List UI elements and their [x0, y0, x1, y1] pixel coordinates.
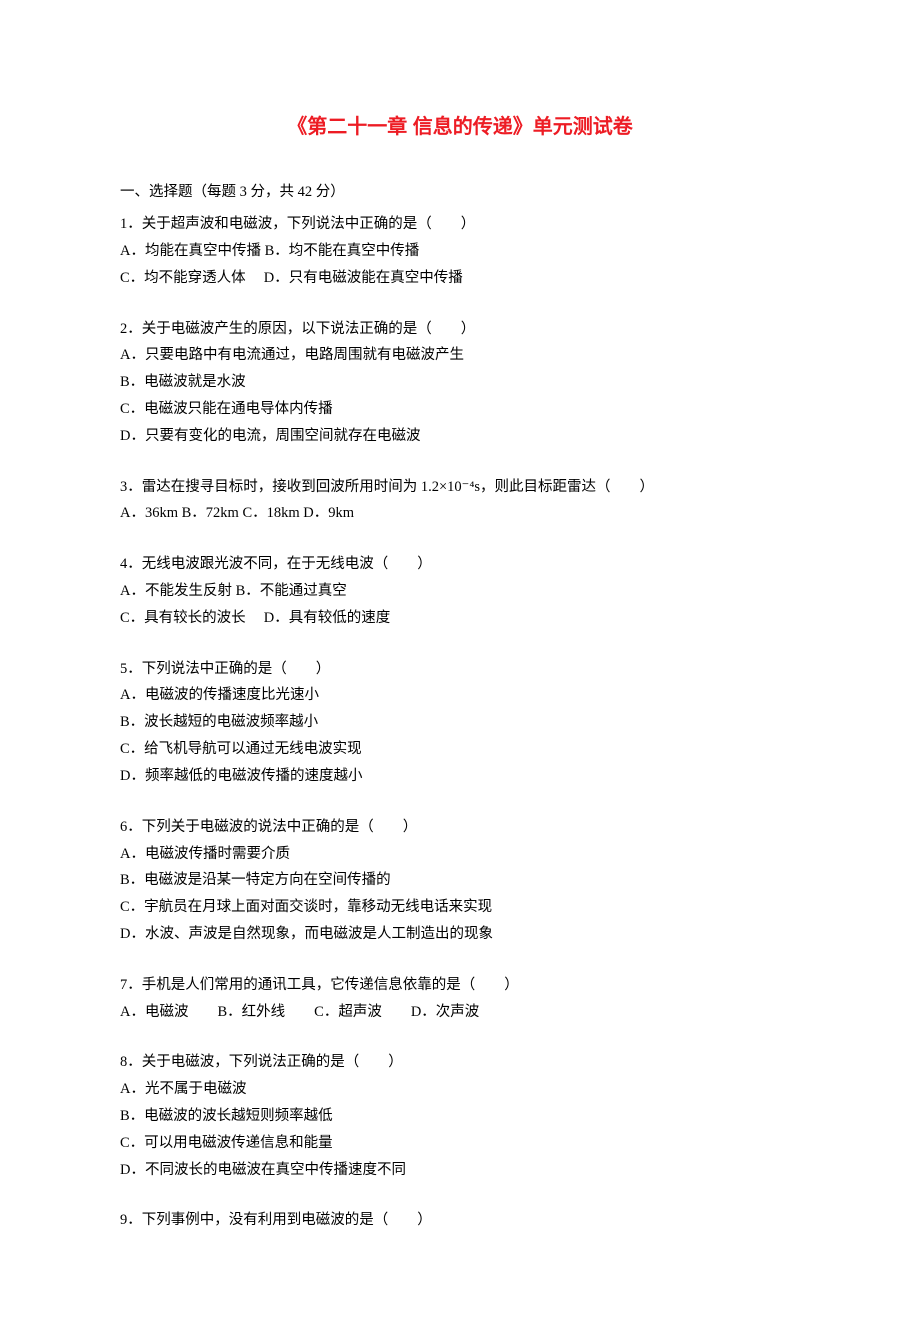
- question-option: C．可以用电磁波传递信息和能量: [120, 1130, 800, 1157]
- question-stem: 7．手机是人们常用的通讯工具，它传递信息依靠的是（ ）: [120, 972, 800, 999]
- question-option: A．36km B．72km C．18km D．9km: [120, 500, 800, 527]
- question-option: C．给飞机导航可以通过无线电波实现: [120, 736, 800, 763]
- question-option: B．电磁波是沿某一特定方向在空间传播的: [120, 867, 800, 894]
- question-9: 9．下列事例中，没有利用到电磁波的是（ ）: [120, 1207, 800, 1234]
- question-stem: 8．关于电磁波，下列说法正确的是（ ）: [120, 1049, 800, 1076]
- question-stem: 6．下列关于电磁波的说法中正确的是（ ）: [120, 814, 800, 841]
- question-option: D．不同波长的电磁波在真空中传播速度不同: [120, 1157, 800, 1184]
- question-stem: 2．关于电磁波产生的原因，以下说法正确的是（ ）: [120, 316, 800, 343]
- question-stem: 9．下列事例中，没有利用到电磁波的是（ ）: [120, 1207, 800, 1234]
- section-header: 一、选择题（每题 3 分，共 42 分）: [120, 179, 800, 205]
- question-7: 7．手机是人们常用的通讯工具，它传递信息依靠的是（ ） A．电磁波 B．红外线 …: [120, 972, 800, 1026]
- question-option: C．电磁波只能在通电导体内传播: [120, 396, 800, 423]
- question-8: 8．关于电磁波，下列说法正确的是（ ） A．光不属于电磁波 B．电磁波的波长越短…: [120, 1049, 800, 1183]
- question-option: A．电磁波的传播速度比光速小: [120, 682, 800, 709]
- document-page: 《第二十一章 信息的传递》单元测试卷 一、选择题（每题 3 分，共 42 分） …: [0, 0, 920, 1318]
- question-6: 6．下列关于电磁波的说法中正确的是（ ） A．电磁波传播时需要介质 B．电磁波是…: [120, 814, 800, 948]
- question-stem: 5．下列说法中正确的是（ ）: [120, 656, 800, 683]
- question-option: A．只要电路中有电流通过，电路周围就有电磁波产生: [120, 342, 800, 369]
- question-1: 1．关于超声波和电磁波，下列说法中正确的是（ ） A．均能在真空中传播 B．均不…: [120, 211, 800, 291]
- question-5: 5．下列说法中正确的是（ ） A．电磁波的传播速度比光速小 B．波长越短的电磁波…: [120, 656, 800, 790]
- question-stem: 1．关于超声波和电磁波，下列说法中正确的是（ ）: [120, 211, 800, 238]
- question-option: A．电磁波 B．红外线 C．超声波 D．次声波: [120, 999, 800, 1026]
- question-option: A．不能发生反射 B．不能通过真空: [120, 578, 800, 605]
- question-option: C．具有较长的波长 D．具有较低的速度: [120, 605, 800, 632]
- question-option: D．水波、声波是自然现象，而电磁波是人工制造出的现象: [120, 921, 800, 948]
- question-option: C．宇航员在月球上面对面交谈时，靠移动无线电话来实现: [120, 894, 800, 921]
- question-option: A．均能在真空中传播 B．均不能在真空中传播: [120, 238, 800, 265]
- question-option: B．电磁波就是水波: [120, 369, 800, 396]
- question-option: A．电磁波传播时需要介质: [120, 841, 800, 868]
- question-option: D．频率越低的电磁波传播的速度越小: [120, 763, 800, 790]
- question-stem: 4．无线电波跟光波不同，在于无线电波（ ）: [120, 551, 800, 578]
- document-title: 《第二十一章 信息的传递》单元测试卷: [120, 110, 800, 139]
- question-3: 3．雷达在搜寻目标时，接收到回波所用时间为 1.2×10⁻⁴s，则此目标距雷达（…: [120, 474, 800, 528]
- question-option: B．电磁波的波长越短则频率越低: [120, 1103, 800, 1130]
- question-option: A．光不属于电磁波: [120, 1076, 800, 1103]
- question-option: B．波长越短的电磁波频率越小: [120, 709, 800, 736]
- question-4: 4．无线电波跟光波不同，在于无线电波（ ） A．不能发生反射 B．不能通过真空 …: [120, 551, 800, 631]
- question-option: C．均不能穿透人体 D．只有电磁波能在真空中传播: [120, 265, 800, 292]
- question-option: D．只要有变化的电流，周围空间就存在电磁波: [120, 423, 800, 450]
- question-2: 2．关于电磁波产生的原因，以下说法正确的是（ ） A．只要电路中有电流通过，电路…: [120, 316, 800, 450]
- question-stem: 3．雷达在搜寻目标时，接收到回波所用时间为 1.2×10⁻⁴s，则此目标距雷达（…: [120, 474, 800, 501]
